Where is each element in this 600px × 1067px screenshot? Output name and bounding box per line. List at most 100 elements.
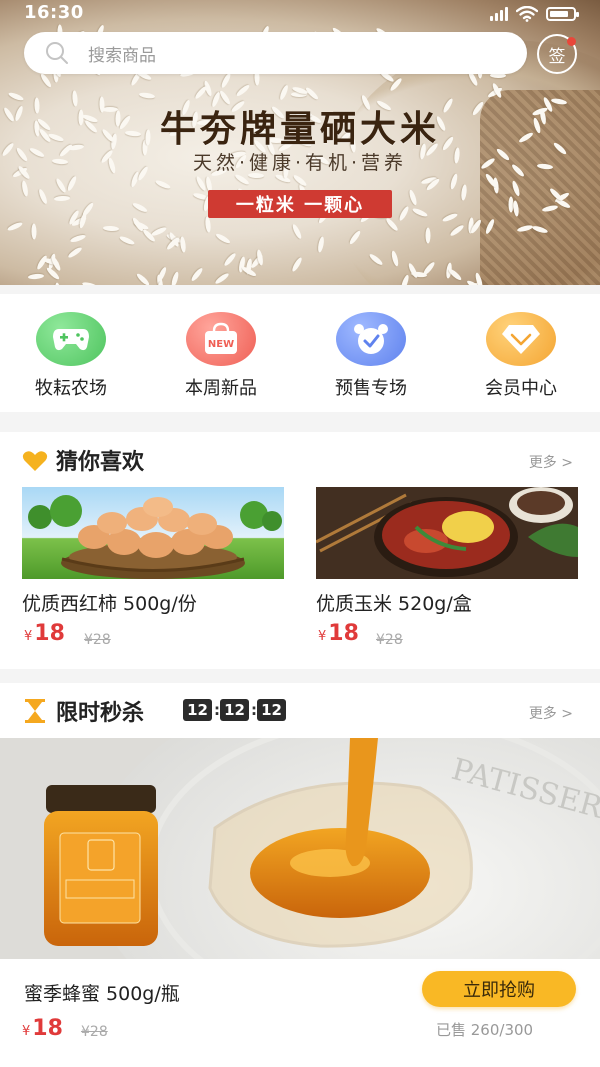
rice-grain	[6, 221, 24, 233]
rice-grain	[135, 271, 151, 285]
timer-colon: :	[214, 701, 220, 719]
rice-grain	[240, 265, 257, 279]
gamepad-icon	[36, 312, 106, 366]
flash-sale-section: 限时秒杀 12 : 12 : 12 更多 > PATISSERIE 蜜季蜂蜜 5…	[0, 683, 600, 1067]
product-image-honey[interactable]: PATISSERIE	[0, 738, 600, 959]
flash-price: ¥18	[22, 1016, 63, 1041]
rice-grain	[154, 179, 172, 191]
rice-grain	[103, 225, 120, 232]
rice-grain	[222, 252, 238, 268]
sign-in-button[interactable]: 签	[537, 34, 577, 74]
guess-header: 猜你喜欢 更多 >	[0, 432, 600, 482]
flash-more-link[interactable]: 更多 >	[529, 703, 573, 723]
rice-grain	[219, 72, 232, 89]
original-price: ¥28	[84, 632, 111, 648]
heart-icon	[22, 451, 48, 471]
flash-title: 限时秒杀	[56, 701, 145, 726]
flash-header: 限时秒杀 12 : 12 : 12 更多 >	[0, 683, 600, 733]
banner-tagline: 一粒米 一颗心	[208, 190, 392, 218]
rice-grain	[138, 92, 156, 100]
rice-grain	[194, 175, 207, 192]
rice-grain	[190, 266, 205, 283]
rice-grain	[31, 223, 37, 240]
rice-grain	[37, 188, 49, 205]
product-name: 优质玉米 520g/盒	[316, 593, 472, 615]
price-value: 18	[32, 1016, 63, 1041]
guess-more-link[interactable]: 更多 >	[529, 452, 573, 472]
banner-title-wrap: 牛夯牌量硒大米	[0, 100, 600, 152]
category-label: 本周新品	[185, 378, 257, 399]
rice-grain	[118, 234, 136, 247]
rice-grain	[291, 255, 304, 273]
original-price: ¥28	[81, 1024, 108, 1040]
rice-grain	[54, 177, 68, 194]
battery-icon	[546, 7, 579, 21]
rice-grain	[81, 201, 96, 218]
product-price: ¥18	[318, 621, 359, 646]
category-label: 预售专场	[335, 378, 407, 399]
wifi-icon	[516, 6, 538, 22]
rice-grain	[290, 222, 303, 240]
sold-count: 已售 260/300	[436, 1021, 534, 1039]
category-member[interactable]: 会员中心	[450, 294, 600, 412]
rice-grain	[131, 201, 148, 214]
diamond-icon	[486, 312, 556, 366]
rice-grain	[214, 271, 231, 285]
flash-product-name: 蜜季蜂蜜 500g/瓶	[24, 983, 180, 1005]
rice-grain	[151, 226, 168, 238]
rice-grain	[81, 280, 98, 285]
timer-colon: :	[251, 701, 257, 719]
rice-grain	[20, 180, 29, 197]
guess-title: 猜你喜欢	[56, 450, 145, 475]
new-bag-icon: NEW	[186, 312, 256, 366]
product-image-eggs	[22, 487, 284, 579]
category-new[interactable]: NEW 本周新品	[150, 294, 300, 412]
notification-dot	[567, 37, 576, 46]
rice-grain	[69, 233, 87, 244]
rice-grain	[214, 231, 231, 245]
currency-symbol: ¥	[318, 629, 327, 644]
rice-grain	[179, 236, 187, 254]
status-time: 16:30	[24, 2, 84, 23]
rice-grain	[316, 236, 325, 253]
category-row: 牧耘农场 NEW 本周新品 预售专场 会员中心	[0, 294, 600, 412]
guess-section: 猜你喜欢 更多 > 优质西红柿 500g/份 ¥18 ¥28 优质玉米 520g…	[0, 432, 600, 669]
original-price: ¥28	[376, 632, 403, 648]
search-icon	[46, 42, 68, 64]
timer-minutes: 12	[220, 699, 249, 721]
rice-grain	[27, 273, 45, 280]
currency-symbol: ¥	[24, 629, 33, 644]
rice-grain	[204, 216, 212, 234]
rice-grain	[158, 281, 165, 285]
product-name: 优质西红柿 500g/份	[22, 593, 197, 615]
currency-symbol: ¥	[22, 1024, 31, 1039]
rice-grain	[39, 72, 53, 89]
search-bar[interactable]: 搜索商品	[24, 32, 527, 74]
timer-seconds: 12	[257, 699, 286, 721]
rice-grain	[66, 245, 83, 259]
banner-title: 牛夯牌量硒大米	[159, 109, 440, 150]
category-label: 牧耘农场	[35, 378, 107, 399]
hourglass-icon	[25, 699, 45, 723]
new-badge-text: NEW	[208, 339, 234, 350]
category-farm[interactable]: 牧耘农场	[0, 294, 150, 412]
rice-grain	[54, 281, 62, 285]
buy-now-button[interactable]: 立即抢购	[422, 971, 576, 1007]
rice-grain	[235, 83, 251, 99]
search-input[interactable]: 搜索商品	[88, 41, 156, 66]
category-presale[interactable]: 预售专场	[300, 294, 450, 412]
banner-subtitle: 天然·健康·有机·营养	[192, 152, 408, 174]
rice-grain	[66, 174, 79, 192]
rice-grain	[170, 270, 181, 285]
countdown-timer: 12 : 12 : 12	[183, 699, 286, 721]
rice-grain	[278, 83, 289, 101]
status-bar: 16:30	[0, 0, 600, 28]
rice-grain	[53, 195, 70, 202]
sign-in-label: 签	[548, 46, 566, 67]
signal-icon	[490, 7, 508, 21]
price-value: 18	[328, 621, 359, 646]
alarm-clock-icon	[336, 312, 406, 366]
product-image-noodles	[316, 487, 578, 579]
product-price: ¥18	[24, 621, 65, 646]
timer-hours: 12	[183, 699, 212, 721]
